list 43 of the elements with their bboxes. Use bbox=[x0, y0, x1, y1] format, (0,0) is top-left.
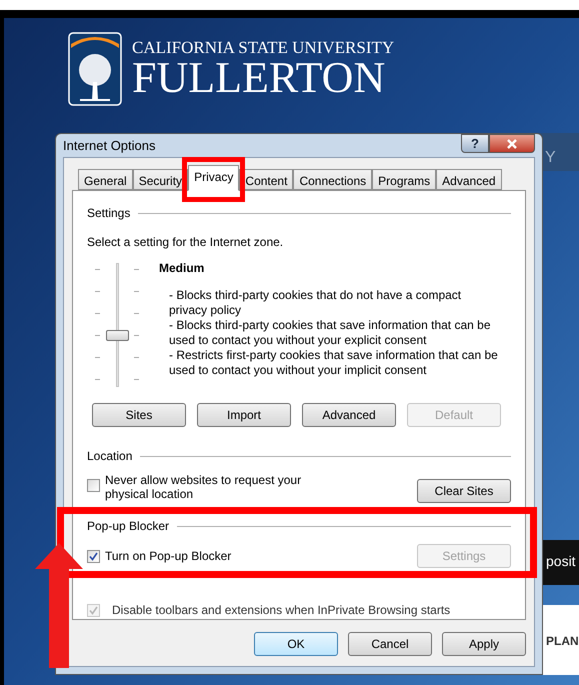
checkmark-icon bbox=[89, 552, 98, 560]
page-text-fragment: PLAN bbox=[546, 633, 579, 650]
dialog-button[interactable]: Clear Sites bbox=[417, 479, 511, 503]
dialog-button[interactable]: Cancel bbox=[348, 632, 432, 656]
dialog-button[interactable]: OK bbox=[254, 632, 338, 656]
tab[interactable]: Privacy bbox=[188, 165, 240, 191]
tab[interactable]: General bbox=[78, 169, 133, 190]
description-text: - Blocks third-party cookies that do not have a compact privacy policy bbox=[169, 288, 462, 318]
help-button[interactable]: ? bbox=[461, 134, 489, 153]
level-name: Medium bbox=[159, 260, 206, 277]
page-panel bbox=[540, 540, 579, 585]
dialog-button[interactable]: Apply bbox=[442, 632, 526, 656]
close-icon bbox=[507, 138, 517, 148]
tab[interactable]: Advanced bbox=[436, 169, 502, 190]
tab[interactable]: Content bbox=[239, 169, 294, 190]
nav-text-fragment: Y bbox=[545, 148, 556, 168]
page-text-fragment: posit bbox=[546, 552, 576, 571]
window-title: Internet Options bbox=[63, 136, 156, 155]
university-title: FULLERTON bbox=[132, 56, 386, 100]
group-heading: Pop-up Blocker bbox=[87, 518, 170, 535]
checkbox-label: Disable toolbars and extensions when InPrivate Browsing starts bbox=[112, 602, 450, 619]
checkbox[interactable] bbox=[87, 479, 100, 492]
description-text: - Restricts first-party cookies that save information that can be used to contact you without your implicit consent bbox=[169, 348, 499, 378]
page-panel bbox=[540, 605, 579, 675]
tab[interactable]: Programs bbox=[372, 169, 436, 190]
highlight-frame bbox=[182, 157, 246, 202]
privacy-slider[interactable] bbox=[95, 261, 139, 389]
checkbox[interactable] bbox=[87, 550, 100, 562]
university-name: CALIFORNIA STATE UNIVERSITY bbox=[132, 38, 394, 56]
instruction-text: Select a setting for the Internet zone. bbox=[87, 234, 284, 251]
group-heading: Settings bbox=[87, 205, 130, 222]
close-button[interactable] bbox=[489, 134, 535, 153]
dialog-button[interactable]: Import bbox=[197, 403, 291, 427]
group-heading: Location bbox=[87, 448, 132, 465]
tab[interactable]: Connections bbox=[293, 169, 372, 190]
tree-logo-icon bbox=[68, 32, 122, 106]
slider-thumb[interactable] bbox=[106, 330, 129, 341]
description-text: - Blocks third-party cookies that save information that can be used to contact you without your explicit consent bbox=[169, 318, 492, 348]
dialog-button[interactable]: Advanced bbox=[302, 403, 396, 427]
checkbox-label: Turn on Pop-up Blocker bbox=[105, 548, 232, 565]
dialog-button[interactable]: Sites bbox=[92, 403, 186, 427]
checkbox-label: Never allow websites to request your physical location bbox=[105, 473, 302, 501]
checkmark-icon bbox=[89, 606, 98, 614]
